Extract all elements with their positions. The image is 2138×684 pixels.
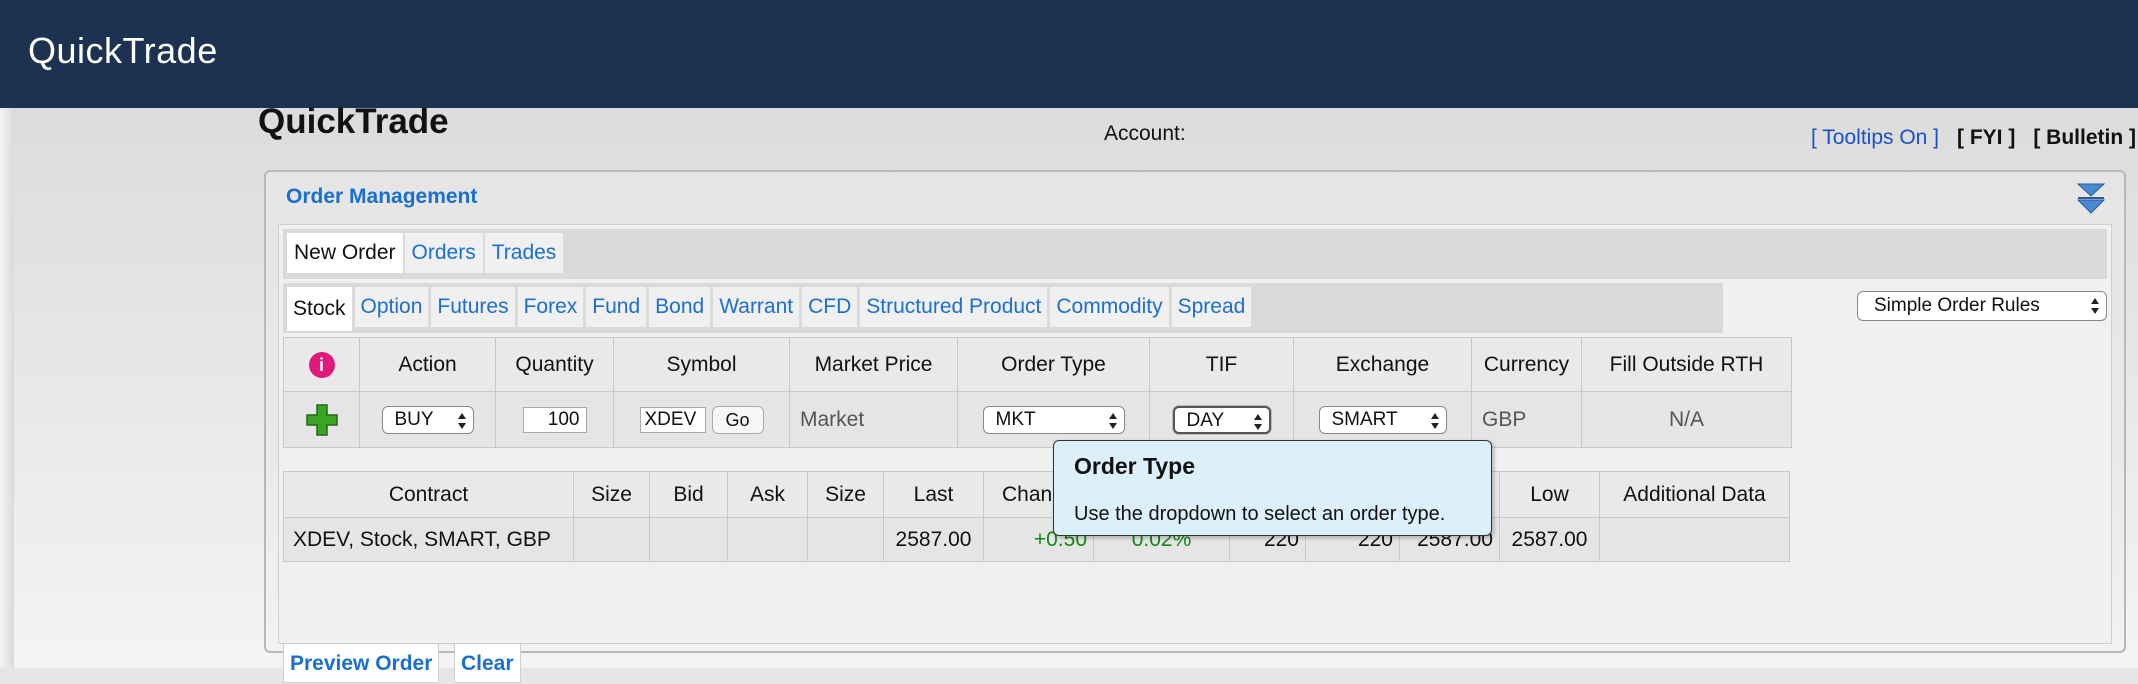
tab-fund[interactable]: Fund: [586, 287, 647, 327]
tab-bond[interactable]: Bond: [649, 287, 711, 327]
select-arrows-icon: [457, 412, 466, 429]
tooltips-toggle-link[interactable]: [ Tooltips On ]: [1811, 126, 1939, 149]
tab-spread[interactable]: Spread: [1171, 287, 1252, 327]
symbol-input[interactable]: XDEV: [639, 406, 706, 433]
header-exchange: Exchange: [1293, 337, 1472, 392]
select-arrows-icon: [1430, 412, 1439, 429]
collapse-icon[interactable]: [2076, 182, 2106, 216]
asset-class-tabs: Stock Option Futures Forex Fund Bond Warrant CF…: [283, 283, 1723, 333]
market-data-table: Contract Size Bid Ask Size Last Chan Low…: [283, 471, 1790, 562]
order-type-value: MKT: [995, 408, 1036, 430]
header-symbol: Symbol: [613, 337, 790, 392]
header-currency: Currency: [1471, 337, 1582, 392]
header-tif: TIF: [1149, 337, 1294, 392]
md-header-additional: Additional Data: [1599, 471, 1790, 518]
symbol-cell: XDEV Go: [613, 391, 790, 448]
order-type-select[interactable]: MKT: [982, 405, 1125, 434]
order-rules-select[interactable]: Simple Order Rules: [1857, 291, 2107, 321]
header-action: Action: [359, 337, 496, 392]
order-entry-area: New Order Orders Trades Stock Option Futures…: [278, 224, 2112, 683]
md-bid-size: [573, 517, 650, 562]
add-cell: [283, 391, 360, 448]
fyi-link[interactable]: [ FYI ]: [1957, 126, 2015, 149]
app-header: QuickTrade: [0, 0, 2138, 108]
market-data-row: XDEV, Stock, SMART, GBP 2587.00 +0.50 0.…: [283, 517, 1790, 562]
action-value: BUY: [394, 408, 434, 430]
order-entry-table: i Action Quantity Symbol Market Price Or…: [283, 337, 1792, 448]
tif-value: DAY: [1186, 409, 1225, 431]
quantity-cell: 100: [495, 391, 614, 448]
md-ask-size: [807, 517, 884, 562]
md-header-last: Last: [883, 471, 984, 518]
tab-new-order[interactable]: New Order: [287, 233, 403, 273]
action-cell: BUY: [359, 391, 496, 448]
order-row: BUY 100 XDEV Go Market MKT DAY SMART GBP…: [283, 391, 1792, 448]
order-rules-value: Simple Order Rules: [1874, 295, 2040, 316]
md-header-bid: Bid: [649, 471, 728, 518]
md-header-size-2: Size: [807, 471, 884, 518]
md-bid: [649, 517, 728, 562]
header-quantity: Quantity: [495, 337, 614, 392]
md-ask: [727, 517, 808, 562]
clear-button[interactable]: Clear: [454, 643, 521, 683]
bulletin-link[interactable]: [ Bulletin ]: [2033, 126, 2136, 149]
exchange-select[interactable]: SMART: [1318, 405, 1447, 434]
md-header-ask: Ask: [727, 471, 808, 518]
md-last: 2587.00: [883, 517, 984, 562]
select-arrows-icon: [1253, 413, 1262, 430]
md-header-low: Low: [1499, 471, 1600, 518]
tif-select[interactable]: DAY: [1172, 405, 1271, 434]
md-header-contract: Contract: [283, 471, 574, 518]
order-management-panel: Order Management New Order Orders Trades S…: [264, 170, 2126, 683]
app-brand: QuickTrade: [28, 30, 218, 71]
tooltip-title: Order Type: [1074, 453, 1195, 479]
md-additional: [1599, 517, 1790, 562]
account-label: Account:: [1104, 122, 1186, 145]
panel-title: Order Management: [286, 185, 478, 208]
order-type-tooltip: Order Type Use the dropdown to select an…: [1053, 440, 1492, 536]
md-low: 2587.00: [1499, 517, 1600, 562]
tab-cfd[interactable]: CFD: [802, 287, 858, 327]
info-header: i: [283, 337, 360, 392]
tab-structured-product[interactable]: Structured Product: [860, 287, 1048, 327]
action-select[interactable]: BUY: [381, 405, 474, 434]
exchange-value: SMART: [1331, 408, 1398, 430]
top-links: [ Tooltips On ] [ FYI ] [ Bulletin ]: [1811, 126, 2136, 150]
add-leg-icon[interactable]: [305, 403, 339, 437]
select-arrows-icon: [2091, 298, 2099, 314]
tab-forex[interactable]: Forex: [517, 287, 584, 327]
quantity-input[interactable]: 100: [522, 406, 587, 433]
tab-orders[interactable]: Orders: [404, 233, 483, 273]
tab-stock[interactable]: Stock: [287, 287, 352, 331]
tab-warrant[interactable]: Warrant: [713, 287, 800, 327]
tab-option[interactable]: Option: [354, 287, 429, 327]
tab-trades[interactable]: Trades: [484, 233, 564, 273]
select-arrows-icon: [1108, 412, 1117, 429]
header-market-price: Market Price: [789, 337, 958, 392]
md-header-size: Size: [573, 471, 650, 518]
fill-outside-rth-cell: N/A: [1581, 391, 1792, 448]
tooltip-body: Use the dropdown to select an order type…: [1074, 503, 1446, 525]
md-contract: XDEV, Stock, SMART, GBP: [283, 517, 574, 562]
header-order-type: Order Type: [957, 337, 1150, 392]
market-price-cell: Market: [789, 391, 958, 448]
tab-futures[interactable]: Futures: [431, 287, 515, 327]
info-icon[interactable]: i: [308, 351, 335, 378]
preview-order-button[interactable]: Preview Order: [283, 643, 440, 683]
tab-commodity[interactable]: Commodity: [1050, 287, 1169, 327]
currency-cell: GBP: [1471, 391, 1582, 448]
header-fill-outside-rth: Fill Outside RTH: [1581, 337, 1792, 392]
main-tabs: New Order Orders Trades: [283, 229, 2107, 279]
go-button[interactable]: Go: [711, 405, 764, 434]
left-gutter: [0, 108, 14, 668]
page-title: QuickTrade: [258, 102, 449, 141]
